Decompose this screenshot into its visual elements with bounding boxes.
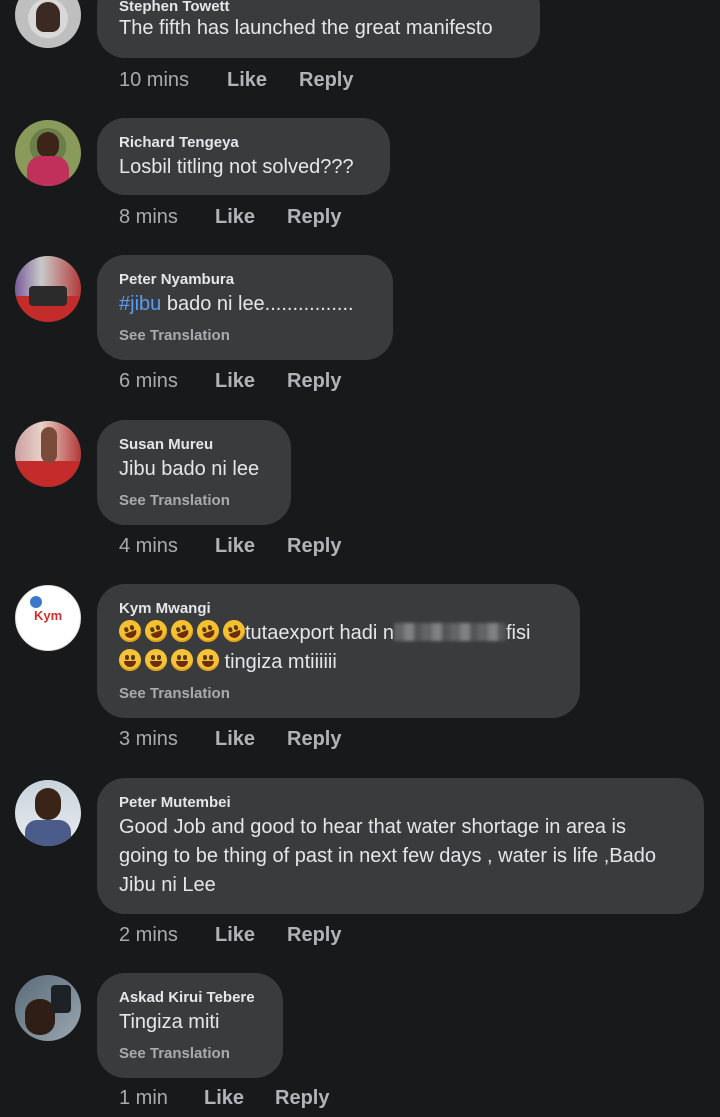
avatar[interactable] (15, 0, 81, 48)
comment-time: 1 min (119, 1087, 168, 1109)
comment-text: Good Job and good to hear that water sho… (119, 813, 656, 900)
comment-text: Jibu bado ni lee (119, 458, 260, 480)
reply-button[interactable]: Reply (287, 370, 341, 393)
like-button[interactable]: Like (215, 535, 255, 558)
comment-author[interactable]: Kym Mwangi (119, 600, 211, 617)
laugh-emoji-icon (193, 616, 223, 646)
reply-button[interactable]: Reply (275, 1087, 329, 1110)
like-button[interactable]: Like (215, 370, 255, 393)
comment-text-line: Jibu ni Lee (119, 874, 216, 896)
reply-button[interactable]: Reply (287, 728, 341, 751)
comment-time: 8 mins (119, 206, 178, 228)
comment-text: Tingiza miti (119, 1011, 220, 1033)
see-translation-link[interactable]: See Translation (119, 492, 230, 509)
grin-emoji-icon (145, 649, 167, 671)
redacted-blur (394, 623, 506, 641)
comment-bubble[interactable]: Peter Mutembei Good Job and good to hear… (97, 778, 704, 914)
comment-text-part: tingiza mtiiiiii (219, 651, 337, 673)
comment-time: 3 mins (119, 728, 178, 750)
comment-text: The fifth has launched the great manifes… (119, 17, 493, 39)
comment-time: 4 mins (119, 535, 178, 557)
laugh-emoji-icon (219, 616, 249, 646)
comment-bubble[interactable]: Stephen Towett The fifth has launched th… (97, 0, 540, 58)
comment-author[interactable]: Askad Kirui Tebere (119, 989, 255, 1006)
grin-emoji-icon (119, 649, 141, 671)
comment-time: 2 mins (119, 924, 178, 946)
see-translation-link[interactable]: See Translation (119, 1045, 230, 1062)
comment-text-part: fisi (506, 622, 531, 644)
comment-text: Losbil titling not solved??? (119, 156, 354, 178)
comment-author[interactable]: Stephen Towett (119, 0, 230, 15)
comment-text-part: tutaexport hadi n (245, 622, 394, 644)
comment-text-rest: bado ni lee................ (161, 293, 354, 315)
comment-author[interactable]: Peter Nyambura (119, 271, 234, 288)
reply-button[interactable]: Reply (287, 924, 341, 947)
comment-bubble[interactable]: Askad Kirui Tebere Tingiza miti See Tran… (97, 973, 283, 1078)
laugh-emoji-icon (167, 616, 197, 646)
grin-emoji-icon (171, 649, 193, 671)
avatar[interactable] (15, 975, 81, 1041)
reply-button[interactable]: Reply (299, 69, 353, 92)
comment-bubble[interactable]: Susan Mureu Jibu bado ni lee See Transla… (97, 420, 291, 525)
comment-text: #jibu bado ni lee................ (119, 290, 354, 319)
comment-text: tutaexport hadi n fisi tingiza mtiiiiii (115, 616, 531, 677)
reply-button[interactable]: Reply (287, 206, 341, 229)
avatar-logo-text: Kym (34, 608, 63, 623)
reply-button[interactable]: Reply (287, 535, 341, 558)
comment-time: 6 mins (119, 370, 178, 392)
comment-bubble[interactable]: Kym Mwangi tutaexport hadi n fisi tingiza… (97, 584, 580, 718)
like-button[interactable]: Like (204, 1087, 244, 1110)
see-translation-link[interactable]: See Translation (119, 327, 230, 344)
laugh-emoji-icon (115, 616, 145, 646)
like-button[interactable]: Like (215, 924, 255, 947)
comment-bubble[interactable]: Peter Nyambura #jibu bado ni lee........… (97, 255, 393, 360)
hashtag-link[interactable]: #jibu (119, 293, 161, 315)
comment-bubble[interactable]: Richard Tengeya Losbil titling not solve… (97, 118, 390, 195)
avatar[interactable] (15, 256, 81, 322)
comment-author[interactable]: Richard Tengeya (119, 134, 239, 151)
avatar[interactable] (15, 120, 81, 186)
like-button[interactable]: Like (215, 728, 255, 751)
grin-emoji-icon (197, 649, 219, 671)
like-button[interactable]: Like (227, 69, 267, 92)
comment-author[interactable]: Susan Mureu (119, 436, 213, 453)
comment-text-line: Good Job and good to hear that water sho… (119, 816, 627, 838)
see-translation-link[interactable]: See Translation (119, 685, 230, 702)
laugh-emoji-icon (141, 616, 171, 646)
avatar[interactable]: Kym (15, 585, 81, 651)
like-button[interactable]: Like (215, 206, 255, 229)
comment-text-line: going to be thing of past in next few da… (119, 845, 656, 867)
comment-time: 10 mins (119, 69, 190, 91)
avatar[interactable] (15, 421, 81, 487)
avatar[interactable] (15, 780, 81, 846)
comment-author[interactable]: Peter Mutembei (119, 794, 231, 811)
